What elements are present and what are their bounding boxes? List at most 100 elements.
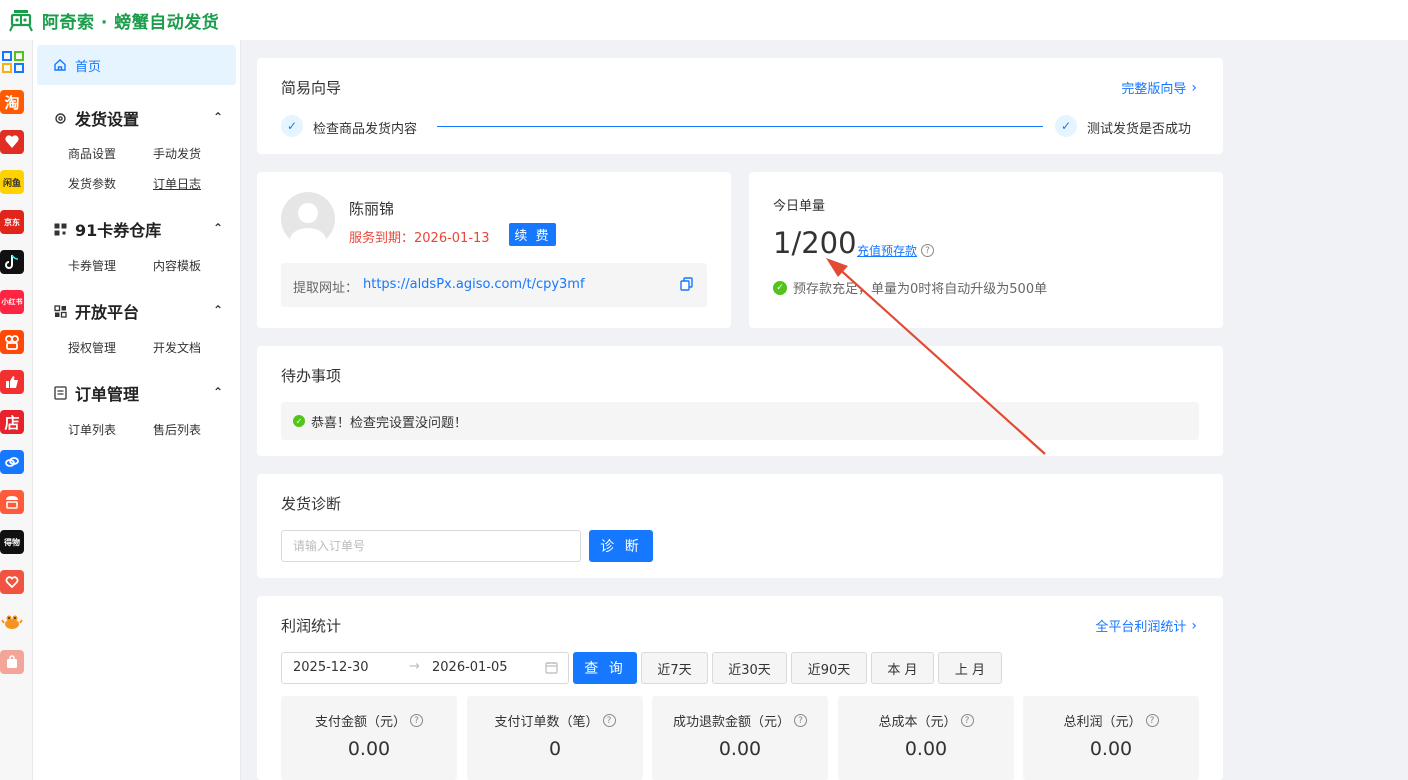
nav-item-coupon-management[interactable]: 卡券管理 <box>68 257 116 274</box>
crab-logo-icon <box>8 7 34 33</box>
home-icon <box>54 59 66 71</box>
range-90-days[interactable]: 近90天 <box>791 652 867 684</box>
expire-date: 服务到期：2026-01-13 <box>349 231 490 246</box>
nav-item-product-settings[interactable]: 商品设置 <box>68 145 116 162</box>
today-volume-count: 1/200 <box>773 226 857 260</box>
nav-item-manual-shipping[interactable]: 手动发货 <box>153 145 201 162</box>
nav-home-label: 首页 <box>75 59 102 75</box>
grid-apps-icon[interactable] <box>1 50 25 74</box>
nav-group-order-management[interactable]: 订单管理 ⌃ <box>53 381 223 405</box>
arrow-right-icon: → <box>409 659 420 674</box>
help-icon[interactable]: ? <box>960 714 974 727</box>
qr-grid-icon <box>53 222 67 236</box>
heart-bag-icon[interactable] <box>0 570 24 594</box>
diagnose-button[interactable]: 诊 断 <box>589 530 653 562</box>
weidian-icon[interactable]: 闲鱼 <box>0 170 24 194</box>
renew-button[interactable]: 续 费 <box>509 223 556 246</box>
stat-label: 支付订单数（笔） <box>494 715 599 730</box>
nav-item-order-list[interactable]: 订单列表 <box>68 421 116 438</box>
chevron-right-icon: › <box>1191 617 1197 634</box>
kuaishou-icon[interactable] <box>0 330 24 354</box>
chevron-up-icon: ⌃ <box>212 385 223 399</box>
step-check-content[interactable]: 检查商品发货内容 <box>313 118 417 137</box>
crab-mascot-icon[interactable] <box>0 610 24 634</box>
account-name: 陈丽锦 <box>349 200 395 218</box>
help-icon[interactable]: ? <box>1145 714 1159 727</box>
copy-icon[interactable] <box>680 277 693 295</box>
stat-value: 0.00 <box>718 738 762 760</box>
date-start[interactable]: 2025-12-30 <box>293 660 369 675</box>
diagnosis-title: 发货诊断 <box>281 495 342 513</box>
stat-value: 0.00 <box>1089 738 1133 760</box>
range-7-days[interactable]: 近7天 <box>641 652 708 684</box>
nav-item-content-template[interactable]: 内容模板 <box>153 257 201 274</box>
chevron-up-icon: ⌃ <box>212 221 223 235</box>
stat-label: 成功退款金额（元） <box>672 715 790 730</box>
douyin-icon[interactable] <box>0 250 24 274</box>
today-volume-card: 今日单量 1/200 充值预存款 ? ✓ 预存款充足，单量为0时将自动升级为50… <box>749 172 1223 328</box>
pickup-url-link[interactable]: https://aldsPx.agiso.com/t/cpy3mf <box>363 277 585 292</box>
recharge-row: 充值预存款 ? <box>857 242 935 259</box>
recharge-link[interactable]: 充值预存款 <box>857 242 917 259</box>
range-30-days[interactable]: 近30天 <box>712 652 787 684</box>
dian-shop-icon[interactable]: 店 <box>0 410 24 434</box>
document-icon <box>53 386 67 400</box>
stat-value: 0.00 <box>904 738 948 760</box>
jd-icon[interactable]: 京东 <box>0 210 24 234</box>
nav-item-shipping-params[interactable]: 发货参数 <box>68 175 116 192</box>
avatar <box>281 192 335 246</box>
help-icon[interactable]: ? <box>602 714 616 727</box>
date-end[interactable]: 2026-01-05 <box>432 660 508 675</box>
bag-icon[interactable] <box>0 650 24 674</box>
check-circle-icon: ✓ <box>773 280 787 295</box>
platform-rail: 淘 闲鱼 京东 小红书 店 得物 <box>0 40 33 780</box>
nav-item-authorization[interactable]: 授权管理 <box>68 339 116 356</box>
thumbs-up-icon[interactable] <box>0 370 24 394</box>
range-last-month[interactable]: 上 月 <box>938 652 1002 684</box>
nav-group-coupon-warehouse[interactable]: 91卡券仓库 ⌃ <box>53 217 223 241</box>
all-platform-profit-label: 全平台利润统计 <box>1095 620 1187 635</box>
prepaid-notice-text: 预存款充足，单量为0时将自动升级为500单 <box>793 282 1048 297</box>
nav-item-aftersale-list[interactable]: 售后列表 <box>153 421 201 438</box>
guide-card: 简易向导 完整版向导 › ✓ 检查商品发货内容 ✓ 测试发货是否成功 <box>257 58 1223 154</box>
stat-refund-amount: 成功退款金额（元）? 0.00 <box>652 696 828 780</box>
calendar-icon[interactable] <box>545 661 558 678</box>
shop-awning-icon[interactable] <box>0 490 24 514</box>
full-guide-link[interactable]: 完整版向导 › <box>1121 78 1197 98</box>
xiaohongshu-icon[interactable]: 小红书 <box>0 290 24 314</box>
nav-item-home[interactable]: 首页 <box>37 45 236 85</box>
check-icon: ✓ <box>281 115 303 137</box>
pickup-url-box: 提取网址： https://aldsPx.agiso.com/t/cpy3mf <box>281 263 707 307</box>
dewu-icon[interactable]: 得物 <box>0 530 24 554</box>
profit-card: 利润统计 全平台利润统计 › 2025-12-30 → 2026-01-05 查… <box>257 596 1223 780</box>
help-icon[interactable]: ? <box>794 714 807 727</box>
nav-group-shipping-settings[interactable]: 发货设置 ⌃ <box>53 106 223 130</box>
nav-item-order-log[interactable]: 订单日志 <box>153 175 201 192</box>
app-header: 阿奇索 · 螃蟹自动发货 <box>0 0 1408 40</box>
range-this-month[interactable]: 本 月 <box>871 652 934 684</box>
nav-group-title: 开放平台 <box>75 303 140 322</box>
nav-item-dev-docs[interactable]: 开发文档 <box>153 339 201 356</box>
help-icon[interactable]: ? <box>921 244 935 257</box>
step-test-shipping[interactable]: 测试发货是否成功 <box>1087 118 1191 137</box>
order-number-input[interactable] <box>281 530 581 562</box>
chevron-up-icon: ⌃ <box>212 303 223 317</box>
account-card: 陈丽锦 服务到期：2026-01-13 续 费 提取网址： https://al… <box>257 172 731 328</box>
guide-title: 简易向导 <box>281 79 342 97</box>
check-circle-icon: ✓ <box>293 415 305 427</box>
today-volume-title: 今日单量 <box>773 199 826 214</box>
stat-total-cost: 总成本（元）? 0.00 <box>838 696 1014 780</box>
pinduoduo-icon[interactable] <box>0 130 24 154</box>
nav-group-title: 91卡券仓库 <box>75 221 162 240</box>
todo-card: 待办事项 ✓ 恭喜！检查完设置没问题！ <box>257 346 1223 456</box>
todo-message: 恭喜！检查完设置没问题！ <box>311 415 468 431</box>
chevron-right-icon: › <box>1191 79 1197 96</box>
link-icon[interactable] <box>0 450 24 474</box>
nav-group-open-platform[interactable]: 开放平台 ⌃ <box>53 299 223 323</box>
all-platform-profit-link[interactable]: 全平台利润统计 › <box>1095 616 1197 636</box>
help-icon[interactable]: ? <box>410 714 423 727</box>
taobao-icon[interactable]: 淘 <box>0 90 24 114</box>
stat-total-profit: 总利润（元）? 0.00 <box>1023 696 1199 780</box>
query-button[interactable]: 查 询 <box>573 652 637 684</box>
date-range-picker[interactable]: 2025-12-30 → 2026-01-05 <box>281 652 569 684</box>
